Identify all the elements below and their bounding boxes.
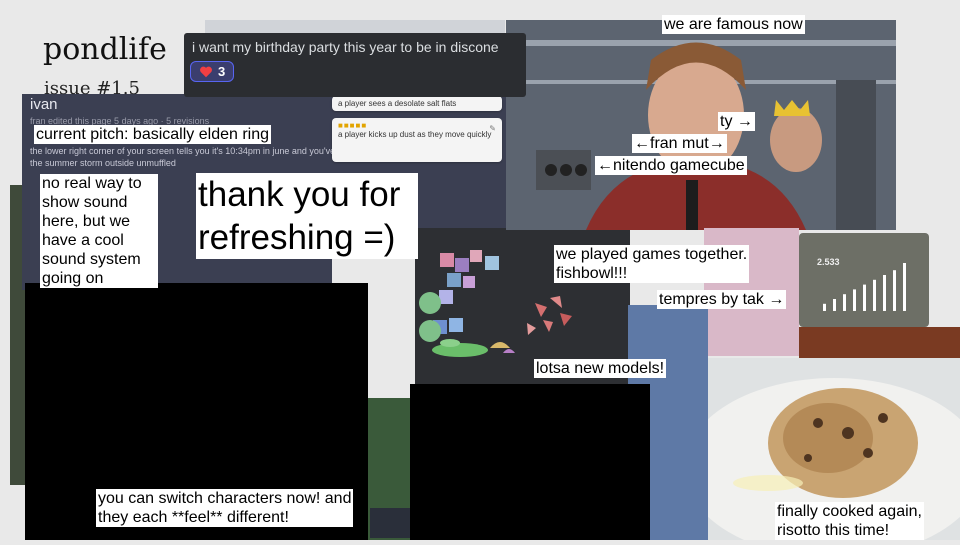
caption-ty: ty → <box>718 112 755 131</box>
caption-pitch: current pitch: basically elden ring <box>34 125 272 144</box>
edit-pencil-icon[interactable]: ✎ <box>489 124 496 133</box>
caption-gamecube: ←nitendo gamecube <box>595 156 747 175</box>
logo-subtitle: issue #1.5 <box>44 78 140 99</box>
heart-reaction-button[interactable]: 3 <box>190 61 235 82</box>
card-salt-flats: a player sees a desolate salt flats <box>332 96 502 111</box>
discord-message: i want my birthday party this year to be… <box>184 33 526 97</box>
doc-line-2: the summer storm outside unmuffled <box>30 158 176 168</box>
tempres-bar-chart <box>823 263 906 311</box>
tempres-bar <box>853 289 856 311</box>
tempres-bar <box>903 263 906 311</box>
caption-risotto: finally cooked again, risotto this time! <box>775 502 924 540</box>
caption-fishbowl: we played games together. fishbowl!!! <box>554 245 750 283</box>
logo-title: pondlife <box>43 32 167 67</box>
tempres-bar <box>833 299 836 311</box>
card-text: a player kicks up dust as they move quic… <box>338 130 492 139</box>
caption-famous: we are famous now <box>662 15 805 34</box>
tempres-widget: 2.533 <box>799 233 929 327</box>
card-text: a player sees a desolate salt flats <box>338 99 457 108</box>
league-screenshot-strip <box>370 508 415 538</box>
heart-icon <box>200 66 212 77</box>
fire-screenshot-strip <box>799 327 960 358</box>
tempres-bar <box>893 270 896 311</box>
reaction-count: 3 <box>218 64 226 79</box>
caption-models: lotsa new models! <box>534 359 667 378</box>
tempres-bar <box>843 294 846 311</box>
tempres-bar <box>883 275 886 311</box>
tempres-bar <box>863 284 866 311</box>
caption-tempres: tempres by tak → <box>657 290 787 309</box>
event-photo-illustration <box>506 20 896 230</box>
caption-sound: no real way to show sound here, but we h… <box>40 174 158 288</box>
doc-line-1: the lower right corner of your screen te… <box>30 146 332 156</box>
redacted-box-middle <box>410 384 650 540</box>
caption-characters: you can switch characters now! and they … <box>96 489 354 527</box>
tempres-bar <box>823 303 826 311</box>
message-text: i want my birthday party this year to be… <box>192 39 499 55</box>
caption-thanks: thank you for refreshing =) <box>196 173 418 259</box>
card-dust: ■■■■■ a player kicks up dust as they mov… <box>332 118 502 162</box>
event-photo <box>506 20 896 230</box>
tempres-bar <box>873 279 876 311</box>
progress-dots-icon: ■■■■■ <box>338 121 368 130</box>
caption-fran: ←fran mut→ <box>632 134 727 153</box>
